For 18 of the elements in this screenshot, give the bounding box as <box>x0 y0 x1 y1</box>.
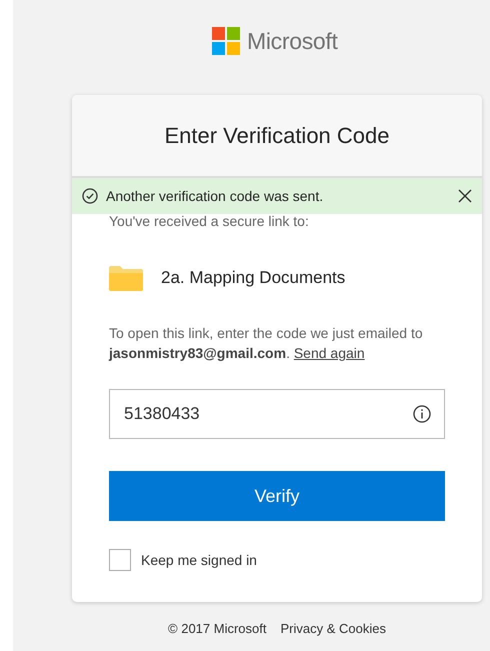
send-again-link[interactable]: Send again <box>294 345 365 361</box>
check-icon <box>82 188 98 204</box>
notification-text: Another verification code was sent. <box>106 188 324 204</box>
checkbox-label: Keep me signed in <box>141 552 257 568</box>
intro-text: You've received a secure link to: <box>109 213 310 229</box>
verify-button[interactable]: Verify <box>109 471 445 521</box>
close-icon[interactable] <box>458 189 472 203</box>
folder-name: 2a. Mapping Documents <box>161 268 346 288</box>
code-field[interactable]: 51380433 <box>109 389 445 439</box>
card-title: Enter Verification Code <box>164 122 390 148</box>
brand-name: Microsoft <box>247 28 338 54</box>
logo-icon <box>212 27 240 55</box>
copyright-text: © 2017 Microsoft <box>168 621 266 636</box>
checkbox[interactable] <box>109 549 131 571</box>
folder-icon <box>109 265 143 291</box>
privacy-link[interactable]: Privacy & Cookies <box>280 621 386 636</box>
instruction-text: To open this link, enter the code we just emailed to jasonmistry83@gmail.com. Send again <box>109 324 424 363</box>
info-icon <box>413 405 431 423</box>
